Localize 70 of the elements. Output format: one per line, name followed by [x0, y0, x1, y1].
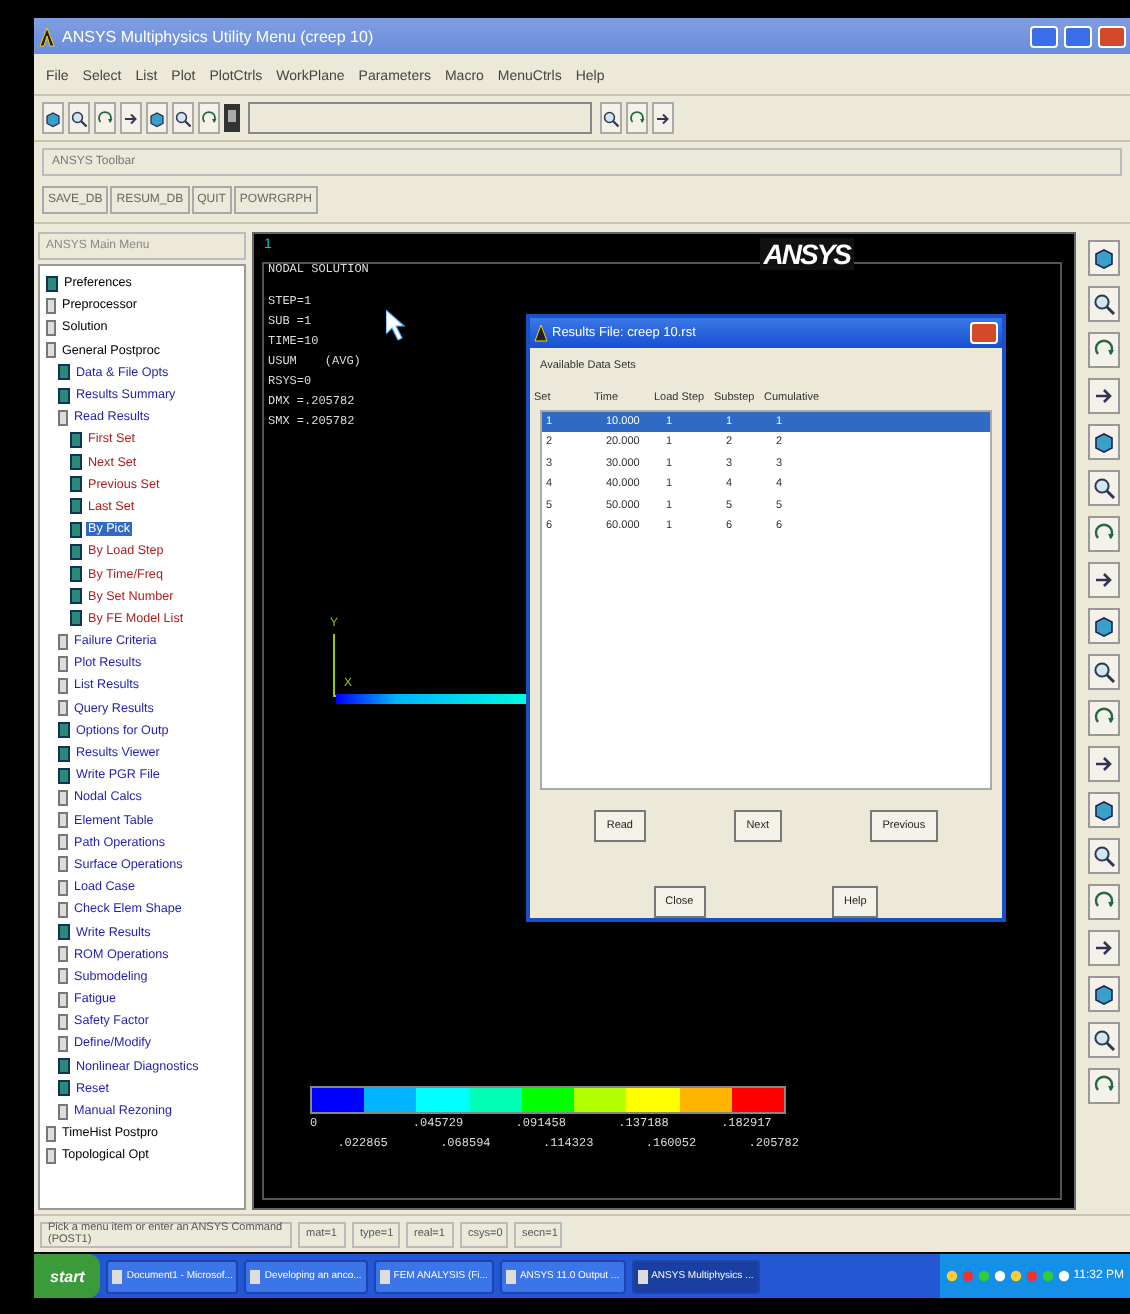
- toolbar-button[interactable]: [42, 102, 64, 134]
- maximize-button[interactable]: [1064, 25, 1092, 47]
- view-button[interactable]: [1088, 884, 1120, 920]
- view-button[interactable]: [1088, 700, 1120, 736]
- cube-icon: [1092, 430, 1116, 454]
- zoom-icon: [174, 109, 192, 127]
- rotate-icon: [96, 109, 114, 127]
- view-button[interactable]: [1088, 746, 1120, 782]
- close-button[interactable]: [970, 322, 998, 344]
- app-icon: [534, 324, 548, 342]
- toolbar-button[interactable]: [600, 102, 622, 134]
- view-button[interactable]: [1088, 470, 1120, 506]
- cube-icon: [1092, 614, 1116, 638]
- window-icon: [637, 1269, 648, 1283]
- toolbar-button[interactable]: [626, 102, 648, 134]
- window-icon: [112, 1269, 123, 1283]
- toolbar-button[interactable]: [198, 102, 220, 134]
- view-button[interactable]: [1088, 1068, 1120, 1104]
- command-field[interactable]: [248, 102, 592, 134]
- toolbar-button[interactable]: [68, 102, 90, 134]
- window-title: ANSYS Multiphysics Utility Menu (creep 10): [62, 27, 376, 45]
- cube-icon: [44, 109, 62, 127]
- view-button[interactable]: [1088, 378, 1120, 414]
- zoom-icon: [1092, 844, 1116, 868]
- close-button[interactable]: [1098, 25, 1126, 47]
- view-button[interactable]: [1088, 838, 1120, 874]
- view-button[interactable]: [1088, 792, 1120, 828]
- window-icon: [379, 1269, 390, 1283]
- rotate-icon: [200, 109, 218, 127]
- zoom-icon: [1092, 476, 1116, 500]
- logo: ANSYS: [759, 238, 854, 270]
- cursor-icon: [386, 310, 406, 342]
- arrow-icon: [122, 109, 140, 127]
- view-button[interactable]: [1088, 930, 1120, 966]
- cube-icon: [148, 109, 166, 127]
- toolbar-button[interactable]: [652, 102, 674, 134]
- app-icon: [38, 25, 56, 47]
- view-button[interactable]: [1088, 976, 1120, 1012]
- view-button[interactable]: [1088, 608, 1120, 644]
- toolbar-button[interactable]: [94, 102, 116, 134]
- arrow-icon: [654, 109, 672, 127]
- toolbar-button[interactable]: [172, 102, 194, 134]
- arrow-icon: [1092, 384, 1116, 408]
- arrow-icon: [1092, 936, 1116, 960]
- window-icon: [224, 104, 240, 132]
- zoom-icon: [1092, 1028, 1116, 1052]
- start-button[interactable]: start: [34, 1254, 101, 1298]
- zoom-icon: [1092, 660, 1116, 684]
- arrow-icon: [1092, 752, 1116, 776]
- cube-icon: [1092, 246, 1116, 270]
- view-button[interactable]: [1088, 562, 1120, 598]
- window-icon: [250, 1269, 261, 1283]
- view-button[interactable]: [1088, 424, 1120, 460]
- cube-icon: [1092, 798, 1116, 822]
- cube-icon: [1092, 982, 1116, 1006]
- view-button[interactable]: [1088, 332, 1120, 368]
- view-button[interactable]: [1088, 654, 1120, 690]
- view-button[interactable]: [1088, 286, 1120, 322]
- toolbar-button[interactable]: [120, 102, 142, 134]
- zoom-icon: [1092, 292, 1116, 316]
- rotate-icon: [628, 109, 646, 127]
- toolbar-button[interactable]: [146, 102, 168, 134]
- zoom-icon: [70, 109, 88, 127]
- view-button[interactable]: [1088, 516, 1120, 552]
- arrow-icon: [1092, 568, 1116, 592]
- minimize-button[interactable]: [1030, 25, 1058, 47]
- view-button[interactable]: [1088, 1022, 1120, 1058]
- zoom-icon: [602, 109, 620, 127]
- window-icon: [505, 1269, 516, 1283]
- view-button[interactable]: [1088, 240, 1120, 276]
